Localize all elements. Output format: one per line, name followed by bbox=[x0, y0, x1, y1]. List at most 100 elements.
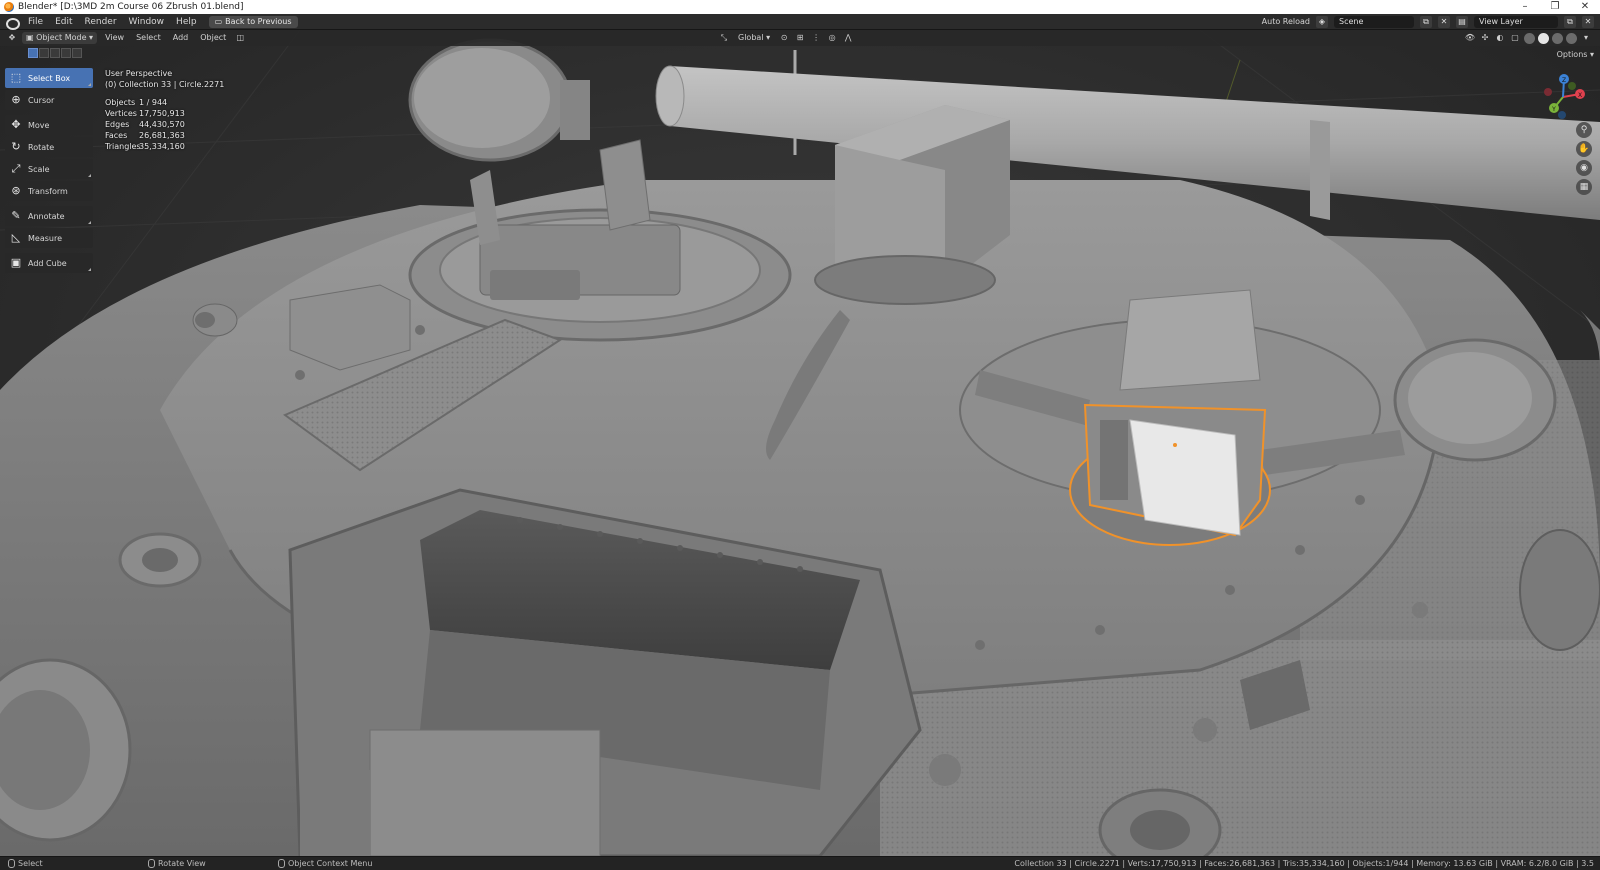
window-titlebar: Blender* [D:\3MD 2m Course 06 Zbrush 01.… bbox=[0, 0, 1600, 14]
delete-view-layer-icon[interactable]: ✕ bbox=[1582, 15, 1594, 28]
view-layer-icon[interactable]: ▤ bbox=[1456, 15, 1468, 28]
material-shading-button[interactable] bbox=[1552, 32, 1563, 44]
mode-selector[interactable]: ▣ Object Mode ▾ bbox=[22, 32, 98, 44]
move-icon: ✥ bbox=[11, 118, 21, 131]
select-extend-mode[interactable] bbox=[39, 48, 49, 58]
annotate-icon: ✎ bbox=[11, 209, 21, 222]
viewport-options-button[interactable]: Options ▾ bbox=[1557, 50, 1594, 59]
scene-icon[interactable]: ◈ bbox=[1316, 15, 1328, 28]
snap-icon[interactable]: ⊞ bbox=[794, 32, 806, 44]
pan-hand-icon[interactable]: ✋ bbox=[1576, 141, 1592, 157]
transform-orientation-select[interactable]: Global ▾ bbox=[734, 32, 774, 44]
tool-annotate[interactable]: ✎ Annotate bbox=[5, 206, 93, 226]
zoom-icon[interactable]: ⚲ bbox=[1576, 122, 1592, 138]
tool-rotate[interactable]: ↻ Rotate bbox=[5, 137, 93, 157]
options-label: Options bbox=[1556, 50, 1588, 59]
object-menu[interactable]: Object bbox=[196, 32, 230, 44]
viewport-header-right: 👁 ✣ ◐ ▢ ▾ bbox=[1464, 32, 1592, 44]
tool-variant-corner bbox=[88, 174, 91, 177]
mouse-right-icon bbox=[278, 859, 285, 868]
gizmo-neg-z-axis[interactable] bbox=[1558, 111, 1566, 119]
status-scene-stats: Collection 33 | Circle.2271 | Verts:17,7… bbox=[1014, 859, 1594, 868]
scale-icon: ⤢ bbox=[11, 162, 21, 175]
status-rotate-label: Rotate View bbox=[158, 859, 206, 868]
select-mode-group bbox=[28, 48, 82, 58]
tool-transform[interactable]: ⊛ Transform bbox=[5, 181, 93, 201]
viewport-header: ✥ ▣ Object Mode ▾ View Select Add Object… bbox=[0, 30, 1600, 46]
camera-view-icon[interactable]: ◉ bbox=[1576, 160, 1592, 176]
delete-scene-icon[interactable]: ✕ bbox=[1438, 15, 1450, 28]
shading-options-icon[interactable]: ▾ bbox=[1580, 32, 1592, 44]
editor-type-icon[interactable]: ✥ bbox=[6, 32, 18, 44]
stat-row: Objects 1 / 944 bbox=[105, 97, 224, 108]
pivot-point-icon[interactable]: ⊙ bbox=[778, 32, 790, 44]
screen-icon: ▭ bbox=[214, 16, 223, 26]
blender-logo-icon[interactable] bbox=[4, 15, 20, 30]
tool-measure[interactable]: ◺ Measure bbox=[5, 228, 93, 248]
scene-field[interactable]: Scene bbox=[1334, 15, 1414, 28]
stat-value: 1 / 944 bbox=[139, 98, 168, 107]
rendered-shading-button[interactable] bbox=[1566, 32, 1577, 44]
proportional-edit-icon[interactable]: ◎ bbox=[826, 32, 838, 44]
3d-viewport[interactable] bbox=[0, 30, 1600, 856]
tool-scale[interactable]: ⤢ Scale bbox=[5, 159, 93, 179]
select-invert-mode[interactable] bbox=[61, 48, 71, 58]
status-bar: Select Rotate View Object Context Menu C… bbox=[0, 856, 1600, 870]
stat-key: Edges bbox=[105, 120, 130, 129]
menu-window[interactable]: Window bbox=[123, 14, 171, 30]
topbar-right: Auto Reload ◈ Scene ⧉ ✕ ▤ View Layer ⧉ ✕ bbox=[1262, 15, 1600, 28]
tool-variant-corner bbox=[88, 83, 91, 86]
gizmo-neg-y-axis[interactable] bbox=[1568, 82, 1576, 90]
view-menu[interactable]: View bbox=[101, 32, 128, 44]
gizmo-neg-x-axis[interactable] bbox=[1544, 88, 1552, 96]
object-mode-icon: ▣ bbox=[26, 33, 37, 42]
wireframe-shading-button[interactable] bbox=[1524, 32, 1535, 44]
xray-toggle-icon[interactable]: ▢ bbox=[1509, 32, 1521, 44]
stat-row: Faces 26,681,363 bbox=[105, 130, 224, 141]
select-subtract-mode[interactable] bbox=[50, 48, 60, 58]
gizmo-toggle-icon[interactable]: ✣ bbox=[1479, 32, 1491, 44]
select-menu[interactable]: Select bbox=[132, 32, 165, 44]
solid-shading-button[interactable] bbox=[1538, 32, 1549, 44]
add-cube-icon: ▣ bbox=[10, 256, 22, 269]
new-view-layer-icon[interactable]: ⧉ bbox=[1564, 15, 1576, 28]
gizmo-z-label: Z bbox=[1562, 77, 1566, 84]
auto-reload-label[interactable]: Auto Reload bbox=[1262, 17, 1310, 26]
menu-help[interactable]: Help bbox=[170, 14, 203, 30]
tool-select-box[interactable]: ⬚ Select Box bbox=[5, 68, 93, 88]
menu-edit[interactable]: Edit bbox=[49, 14, 78, 30]
stat-row: Vertices 17,750,913 bbox=[105, 108, 224, 119]
select-intersect-mode[interactable] bbox=[72, 48, 82, 58]
tool-variant-corner bbox=[88, 221, 91, 224]
tool-label: Add Cube bbox=[28, 258, 67, 268]
tool-cursor[interactable]: ⊕ Cursor bbox=[5, 90, 93, 110]
scene-statistics: Objects 1 / 944 Vertices 17,750,913 Edges 4… bbox=[105, 97, 224, 152]
select-new-mode[interactable] bbox=[28, 48, 38, 58]
overlay-toggle-icon[interactable]: ◐ bbox=[1494, 32, 1506, 44]
perspective-toggle-icon[interactable]: ▦ bbox=[1576, 179, 1592, 195]
tank-turret-render[interactable] bbox=[0, 30, 1600, 856]
falloff-icon[interactable]: ⋀ bbox=[842, 32, 854, 44]
viewport-navigation: ⚲ ✋ ◉ ▦ bbox=[1576, 122, 1592, 195]
new-scene-icon[interactable]: ⧉ bbox=[1420, 15, 1432, 28]
visibility-icon[interactable]: 👁 bbox=[1464, 32, 1476, 44]
status-context-hint: Object Context Menu bbox=[270, 859, 372, 868]
close-button[interactable]: ✕ bbox=[1570, 0, 1600, 14]
gpencil-icon[interactable]: ◫ bbox=[234, 32, 246, 44]
tool-add-cube[interactable]: ▣ Add Cube bbox=[5, 253, 93, 273]
minimize-button[interactable]: – bbox=[1510, 0, 1540, 14]
tool-shelf: ⬚ Select Box ⊕ Cursor ✥ Move ↻ Rotate ⤢ … bbox=[5, 68, 93, 275]
measure-icon: ◺ bbox=[11, 231, 21, 244]
add-menu[interactable]: Add bbox=[169, 32, 193, 44]
snap-target-icon[interactable]: ⋮ bbox=[810, 32, 822, 44]
menu-file[interactable]: File bbox=[22, 14, 49, 30]
tool-label: Rotate bbox=[28, 142, 55, 152]
view-layer-field[interactable]: View Layer bbox=[1474, 15, 1558, 28]
maximize-button[interactable]: ❐ bbox=[1540, 0, 1570, 14]
back-to-previous-button[interactable]: ▭ Back to Previous bbox=[208, 15, 298, 28]
tool-move[interactable]: ✥ Move bbox=[5, 115, 93, 135]
navigation-gizmo[interactable]: X Y Z bbox=[1536, 70, 1590, 124]
transform-icon: ⊛ bbox=[11, 184, 21, 197]
stat-key: Triangles bbox=[105, 142, 141, 151]
menu-render[interactable]: Render bbox=[79, 14, 123, 30]
